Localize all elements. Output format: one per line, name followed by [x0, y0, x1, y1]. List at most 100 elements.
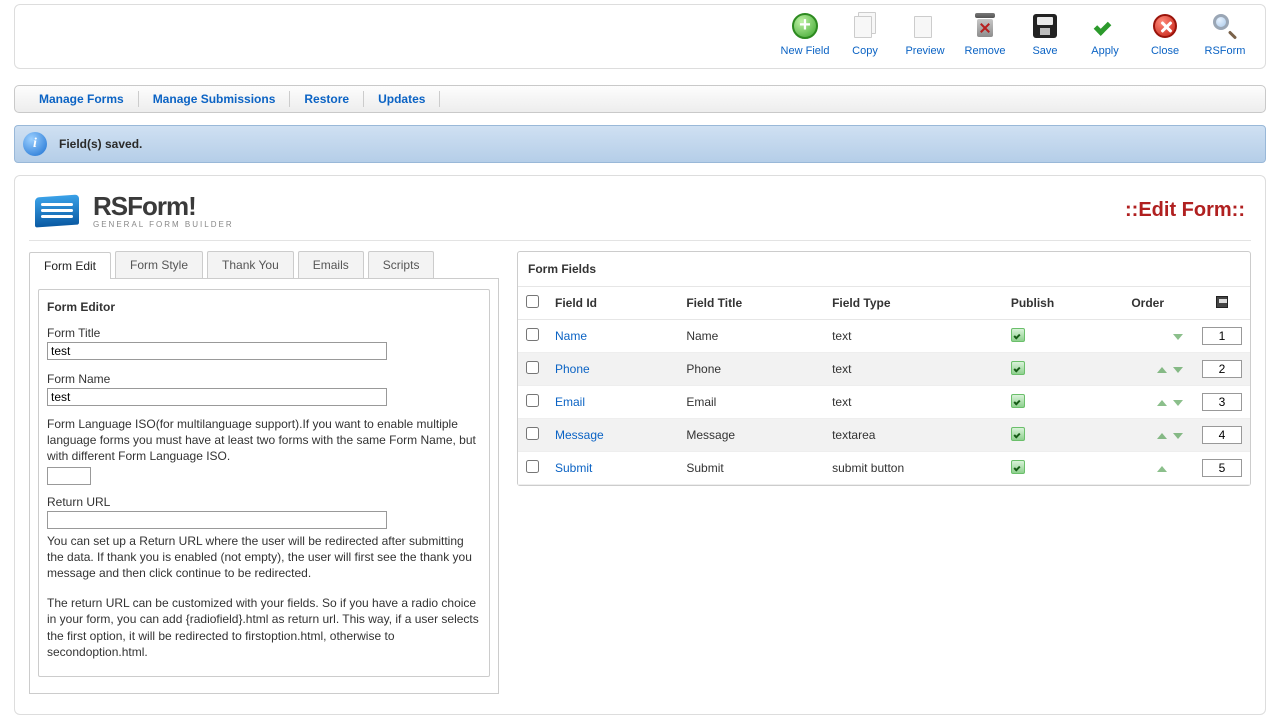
form-lang-input[interactable]: [47, 467, 91, 485]
magnifier-icon: [1213, 14, 1237, 38]
form-title-input[interactable]: [47, 342, 387, 360]
field-title-cell: Phone: [678, 353, 824, 386]
order-down-icon[interactable]: [1173, 433, 1183, 439]
apply-button[interactable]: Apply: [1075, 10, 1135, 68]
disk-icon: [1033, 14, 1057, 38]
row-checkbox[interactable]: [526, 460, 539, 473]
info-icon: i: [23, 132, 47, 156]
page-title: ::Edit Form::: [1125, 199, 1251, 222]
publish-toggle-icon[interactable]: [1011, 427, 1025, 441]
col-order: Order: [1123, 287, 1194, 320]
tab-scripts[interactable]: Scripts: [368, 251, 435, 278]
tab-emails[interactable]: Emails: [298, 251, 364, 278]
publish-toggle-icon[interactable]: [1011, 394, 1025, 408]
order-up-icon[interactable]: [1157, 400, 1167, 406]
order-down-icon[interactable]: [1173, 367, 1183, 373]
copy-button[interactable]: Copy: [835, 10, 895, 68]
order-up-icon[interactable]: [1157, 433, 1167, 439]
field-type-cell: text: [824, 386, 1003, 419]
col-field-type: Field Type: [824, 287, 1003, 320]
publish-toggle-icon[interactable]: [1011, 460, 1025, 474]
field-type-cell: textarea: [824, 419, 1003, 452]
copy-icon: [852, 12, 878, 40]
order-up-icon[interactable]: [1157, 367, 1167, 373]
row-checkbox[interactable]: [526, 394, 539, 407]
select-all-checkbox[interactable]: [526, 295, 539, 308]
order-input[interactable]: [1202, 327, 1242, 345]
return-help1: You can set up a Return URL where the us…: [47, 533, 481, 582]
order-down-icon[interactable]: [1173, 400, 1183, 406]
return-url-input[interactable]: [47, 511, 387, 529]
table-row: NameNametext: [518, 320, 1250, 353]
col-field-id: Field Id: [547, 287, 678, 320]
return-url-label: Return URL: [47, 495, 481, 509]
notice-message: Field(s) saved.: [59, 137, 142, 151]
form-fields-panel: Form Fields Field Id Field Title Field T…: [517, 251, 1251, 486]
field-id-link[interactable]: Message: [555, 428, 604, 442]
table-row: PhonePhonetext: [518, 353, 1250, 386]
field-id-link[interactable]: Email: [555, 395, 585, 409]
field-title-cell: Message: [678, 419, 824, 452]
row-checkbox[interactable]: [526, 361, 539, 374]
logo-subtitle: GENERAL FORM BUILDER: [93, 220, 234, 229]
form-fields-title: Form Fields: [518, 252, 1250, 286]
plus-icon: +: [792, 13, 818, 39]
field-type-cell: submit button: [824, 452, 1003, 485]
order-input[interactable]: [1202, 360, 1242, 378]
order-up-icon[interactable]: [1157, 466, 1167, 472]
logo-title: RSForm!: [93, 191, 234, 222]
form-editor-fieldset: Form Editor Form Title Form Name Form La…: [38, 289, 490, 677]
trash-icon: [974, 13, 996, 39]
check-icon: [1091, 14, 1119, 38]
form-name-label: Form Name: [47, 372, 481, 386]
tab-form-style[interactable]: Form Style: [115, 251, 203, 278]
field-type-cell: text: [824, 353, 1003, 386]
remove-button[interactable]: Remove: [955, 10, 1015, 68]
menu-manage-forms[interactable]: Manage Forms: [25, 92, 138, 106]
table-row: SubmitSubmitsubmit button: [518, 452, 1250, 485]
new-field-button[interactable]: + New Field: [775, 10, 835, 68]
col-field-title: Field Title: [678, 287, 824, 320]
publish-toggle-icon[interactable]: [1011, 361, 1025, 375]
logo-icon: [35, 190, 83, 230]
field-type-cell: text: [824, 320, 1003, 353]
row-checkbox[interactable]: [526, 427, 539, 440]
rsform-logo: RSForm! GENERAL FORM BUILDER: [29, 190, 234, 230]
save-order-icon[interactable]: [1216, 296, 1228, 308]
publish-toggle-icon[interactable]: [1011, 328, 1025, 342]
form-editor-legend: Form Editor: [47, 300, 481, 314]
col-publish: Publish: [1003, 287, 1123, 320]
rsform-button[interactable]: RSForm: [1195, 10, 1255, 68]
order-input[interactable]: [1202, 393, 1242, 411]
form-title-label: Form Title: [47, 326, 481, 340]
return-help2: The return URL can be customized with yo…: [47, 595, 481, 660]
form-name-input[interactable]: [47, 388, 387, 406]
field-title-cell: Name: [678, 320, 824, 353]
table-row: EmailEmailtext: [518, 386, 1250, 419]
preview-button[interactable]: Preview: [895, 10, 955, 68]
field-id-link[interactable]: Submit: [555, 461, 592, 475]
order-down-icon[interactable]: [1173, 334, 1183, 340]
table-row: MessageMessagetextarea: [518, 419, 1250, 452]
field-id-link[interactable]: Phone: [555, 362, 590, 376]
save-button[interactable]: Save: [1015, 10, 1075, 68]
menu-restore[interactable]: Restore: [290, 92, 363, 106]
close-icon: [1153, 14, 1177, 38]
menu-manage-submissions[interactable]: Manage Submissions: [139, 92, 290, 106]
tab-form-edit[interactable]: Form Edit: [29, 252, 111, 279]
preview-icon: [912, 12, 938, 40]
form-fields-table: Field Id Field Title Field Type Publish …: [518, 286, 1250, 485]
notice-bar: i Field(s) saved.: [14, 125, 1266, 163]
field-id-link[interactable]: Name: [555, 329, 587, 343]
menu-updates[interactable]: Updates: [364, 92, 439, 106]
order-input[interactable]: [1202, 426, 1242, 444]
top-toolbar: + New Field Copy Preview Remove Save App…: [14, 4, 1266, 69]
order-input[interactable]: [1202, 459, 1242, 477]
field-title-cell: Email: [678, 386, 824, 419]
close-button[interactable]: Close: [1135, 10, 1195, 68]
field-title-cell: Submit: [678, 452, 824, 485]
tabs: Form Edit Form Style Thank You Emails Sc…: [29, 251, 499, 279]
row-checkbox[interactable]: [526, 328, 539, 341]
tab-thank-you[interactable]: Thank You: [207, 251, 294, 278]
lang-help-text: Form Language ISO(for multilanguage supp…: [47, 416, 481, 465]
